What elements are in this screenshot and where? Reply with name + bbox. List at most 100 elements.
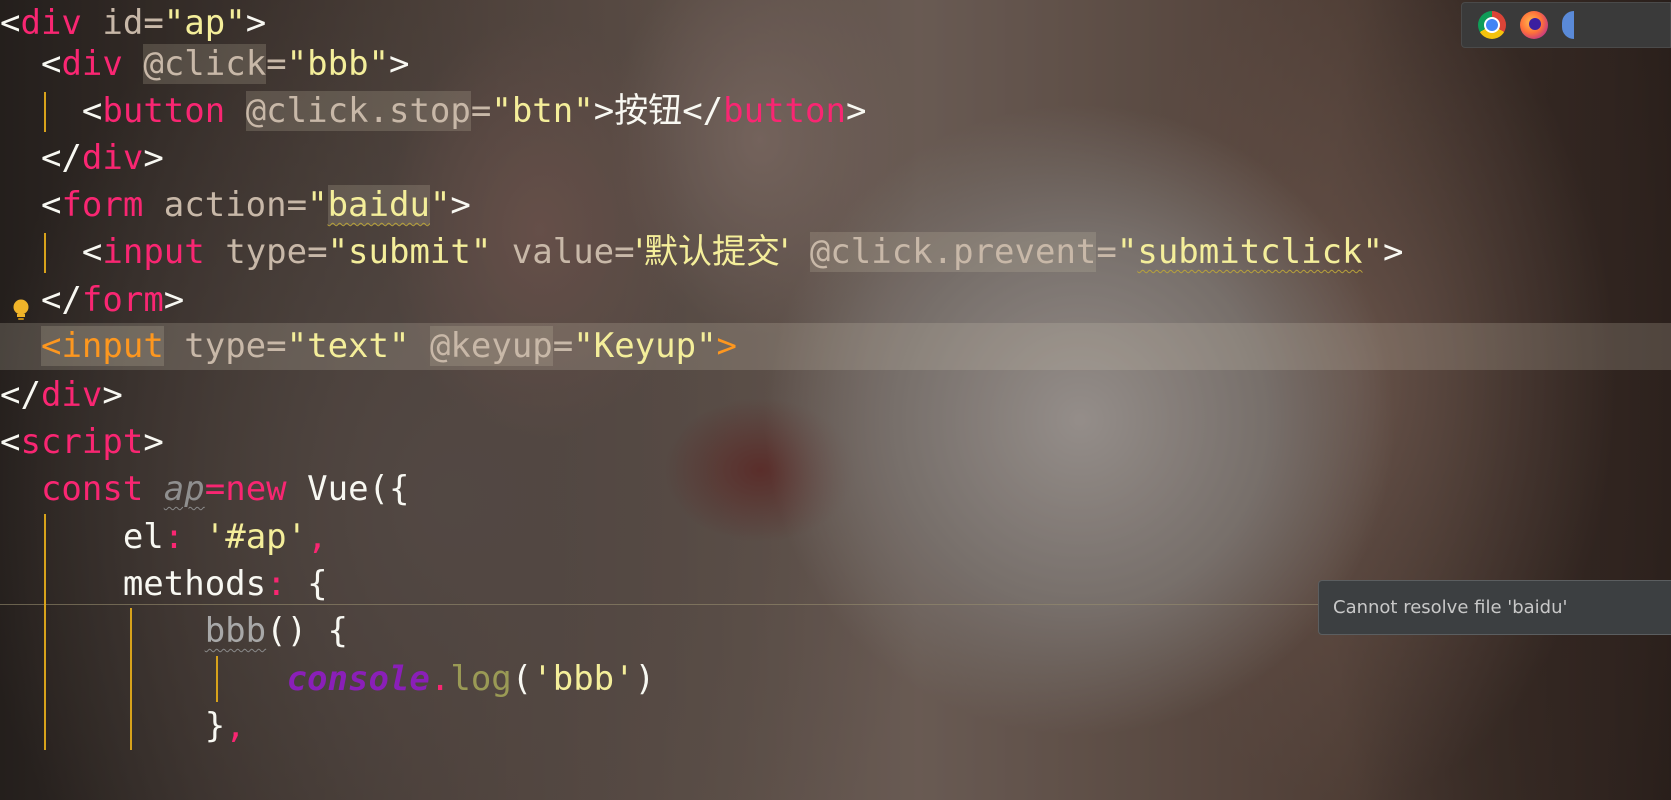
tag-name: form xyxy=(61,185,144,225)
string: " xyxy=(1362,232,1384,272)
code-line-7[interactable]: </form> xyxy=(0,277,184,324)
error-tooltip: Cannot resolve file 'baidu' xyxy=(1318,580,1671,635)
token: > xyxy=(389,44,410,84)
function-name: bbb xyxy=(204,611,267,651)
code-line-16[interactable]: }, xyxy=(0,703,246,750)
keyword: new xyxy=(225,469,287,509)
attribute: type= xyxy=(163,326,287,366)
token: < xyxy=(40,326,62,366)
token: : xyxy=(163,517,185,557)
code-line-9[interactable]: </div> xyxy=(0,372,123,419)
variable-name: ap xyxy=(163,469,205,509)
tag-name: form xyxy=(81,280,164,320)
string: "btn" xyxy=(491,91,594,131)
code-line-10[interactable]: <script> xyxy=(0,419,164,466)
operator: = xyxy=(204,469,226,509)
token: > xyxy=(102,375,123,415)
code-text: () { xyxy=(266,611,349,651)
token: < xyxy=(81,91,103,131)
tag-name: button xyxy=(102,91,226,131)
string: "submit" xyxy=(327,232,492,272)
tag-name: div xyxy=(81,138,144,178)
tag-name: div xyxy=(40,375,103,415)
code-line-5[interactable]: <form action="baidu"> xyxy=(0,182,471,229)
code-line-12[interactable]: el: '#ap', xyxy=(0,514,328,561)
token: < xyxy=(0,3,21,43)
code-line-4[interactable]: </div> xyxy=(0,135,164,182)
code-line-11[interactable]: const ap=new Vue({ xyxy=(0,466,410,513)
string: 'bbb' xyxy=(532,659,635,699)
code-line-13[interactable]: methods: { xyxy=(0,561,328,608)
code-line-1[interactable]: <div id="ap"> xyxy=(0,0,266,47)
code-line-14[interactable]: bbb() { xyxy=(0,608,348,655)
tag-name: div xyxy=(20,3,82,43)
token: > xyxy=(163,280,185,320)
string: '#ap' xyxy=(204,517,308,557)
attribute: id= xyxy=(81,3,164,43)
tag-name: button xyxy=(723,91,846,131)
token: > xyxy=(593,91,615,131)
code-text: } xyxy=(204,706,226,746)
string: submitclick xyxy=(1137,232,1363,272)
code-line-8[interactable]: <input type="text" @keyup="Keyup"> xyxy=(0,323,737,370)
attribute: @click.prevent xyxy=(809,232,1097,272)
token: : xyxy=(266,564,287,604)
property-key: methods xyxy=(122,564,267,604)
token: > xyxy=(450,185,471,225)
code-line-15[interactable]: console.log('bbb') xyxy=(0,656,656,703)
tag-name: input xyxy=(102,232,205,272)
browser-icon-partial[interactable] xyxy=(1562,11,1574,39)
code-line-2[interactable]: <div @click="bbb"> xyxy=(0,41,410,88)
token: ) xyxy=(634,659,656,699)
attribute: @keyup xyxy=(429,326,553,366)
text-content: 按钮 xyxy=(614,91,683,131)
code-line-3[interactable]: <button @click.stop="btn">按钮</button> xyxy=(0,88,866,135)
token: = xyxy=(266,44,287,84)
token: </ xyxy=(682,91,724,131)
string: " xyxy=(1116,232,1138,272)
tag-name: script xyxy=(20,422,144,462)
token: . xyxy=(429,659,451,699)
code-line-6[interactable]: <input type="submit" value='默认提交' @click… xyxy=(0,229,1404,276)
code-editor[interactable]: <div id="ap"> <div @click="bbb"> <button… xyxy=(0,0,1671,800)
method-name: log xyxy=(450,659,512,699)
token: = xyxy=(1096,232,1117,272)
token: ( xyxy=(511,659,533,699)
string: " xyxy=(307,185,328,225)
token: > xyxy=(845,91,867,131)
token: > xyxy=(245,3,267,43)
attribute: type= xyxy=(204,232,328,272)
firefox-icon[interactable] xyxy=(1520,11,1548,39)
token: > xyxy=(716,326,738,366)
token: > xyxy=(143,422,164,462)
token: < xyxy=(81,232,103,272)
object-name: console xyxy=(286,659,430,699)
attribute: action= xyxy=(143,185,308,225)
string: " xyxy=(429,185,451,225)
keyword: const xyxy=(40,469,144,509)
string: '默认提交' xyxy=(634,232,790,272)
chrome-icon[interactable] xyxy=(1478,11,1506,39)
browser-preview-toolbar xyxy=(1461,2,1671,48)
token: </ xyxy=(0,375,41,415)
tag-name: input xyxy=(61,326,164,366)
token: , xyxy=(307,517,328,557)
token: , xyxy=(225,706,246,746)
token: > xyxy=(143,138,164,178)
token: < xyxy=(40,185,62,225)
string: baidu xyxy=(327,185,430,225)
